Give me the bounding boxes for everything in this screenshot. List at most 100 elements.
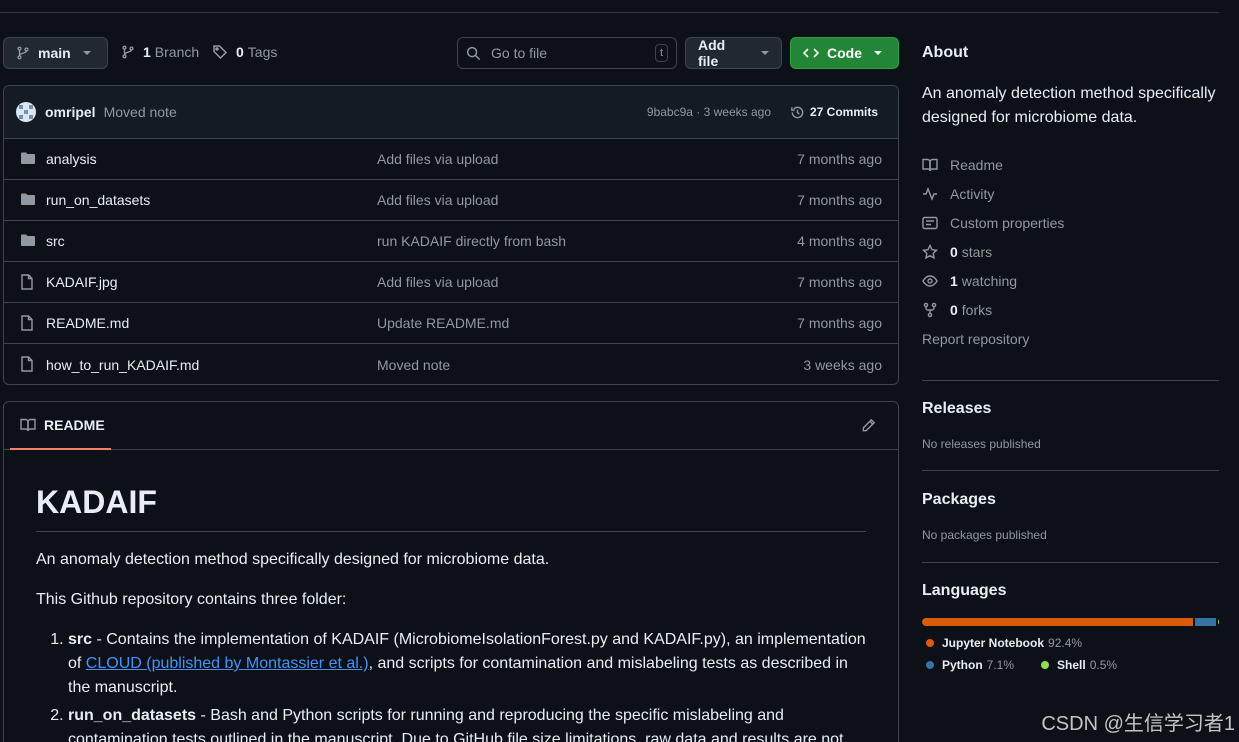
commits-count: 27 Commits	[809, 105, 878, 119]
readme-header: README	[4, 402, 898, 450]
folder-icon	[20, 233, 36, 250]
file-row[interactable]: KADAIF.jpg Add files via upload 7 months…	[4, 262, 898, 303]
file-name[interactable]: README.md	[46, 315, 129, 331]
file-name[interactable]: KADAIF.jpg	[46, 274, 118, 290]
folder-icon	[20, 151, 36, 168]
search-icon	[466, 46, 481, 61]
file-row[interactable]: README.md Update README.md 7 months ago	[4, 303, 898, 344]
forks-label: forks	[961, 301, 993, 318]
tags-link[interactable]: 0 Tags	[212, 44, 277, 60]
file-row[interactable]: src run KADAIF directly from bash 4 mont…	[4, 221, 898, 262]
branch-selector-button[interactable]: main	[3, 37, 108, 69]
git-branch-icon	[16, 46, 30, 60]
report-repository-link[interactable]: Report repository	[922, 324, 1219, 353]
pencil-icon[interactable]	[861, 418, 876, 433]
language-bar-segment	[922, 618, 1193, 626]
file-name[interactable]: src	[46, 233, 65, 249]
file-icon	[20, 315, 34, 334]
pulse-icon	[922, 186, 938, 201]
file-name[interactable]: run_on_datasets	[46, 192, 150, 208]
readme-title: KADAIF	[36, 484, 866, 532]
sidebar-item-watching[interactable]: 1 watching	[922, 266, 1219, 295]
readme-intro: An anomaly detection method specifically…	[36, 551, 550, 568]
file-name[interactable]: how_to_run_KADAIF.md	[46, 357, 199, 373]
language-name: Jupyter Notebook	[942, 636, 1045, 650]
file-commit-message[interactable]: Add files via upload	[377, 192, 498, 208]
shortcut-key: t	[654, 44, 668, 62]
list-item: run_on_datasets - Bash and Python script…	[68, 704, 866, 742]
header-divider	[0, 12, 1219, 13]
branches-count: 1	[143, 44, 151, 60]
sidebar-divider	[922, 470, 1219, 471]
language-bar-segment	[1217, 618, 1219, 626]
readme-panel: README KADAIF An anomaly detection metho…	[3, 401, 899, 742]
folder-name-run-on-datasets: run_on_datasets	[68, 707, 197, 724]
sidebar-item-custom-properties[interactable]: Custom properties	[922, 208, 1219, 237]
go-to-file-input[interactable]: Go to file t	[457, 37, 677, 69]
file-commit-message[interactable]: Add files via upload	[377, 151, 498, 167]
folder-icon	[20, 192, 36, 209]
chevron-down-icon	[761, 51, 769, 55]
file-icon	[20, 356, 34, 375]
language-item-python[interactable]: Python 7.1%	[926, 658, 1041, 672]
commits-link[interactable]: 27 Commits	[790, 105, 878, 120]
file-age: 7 months ago	[797, 274, 882, 290]
file-commit-message[interactable]: Add files via upload	[377, 274, 498, 290]
language-name: Python	[942, 658, 983, 672]
go-to-file-placeholder: Go to file	[491, 45, 548, 61]
language-item-jupyter[interactable]: Jupyter Notebook 92.4%	[926, 636, 1219, 650]
readme-tab-label: README	[44, 417, 105, 433]
code-icon	[803, 46, 819, 60]
eye-icon	[922, 274, 938, 288]
language-item-shell[interactable]: Shell 0.5%	[1041, 658, 1117, 672]
readme-folders-intro: This Github repository contains three fo…	[36, 591, 347, 608]
file-commit-message[interactable]: Update README.md	[377, 315, 509, 331]
code-label: Code	[827, 45, 862, 61]
file-row[interactable]: analysis Add files via upload 7 months a…	[4, 139, 898, 180]
branches-label: Branch	[154, 44, 200, 60]
packages-section: Packages No packages published	[922, 491, 1219, 542]
language-percent: 92.4%	[1048, 636, 1083, 650]
git-branch-icon	[121, 44, 135, 60]
sidebar-item-forks[interactable]: 0 forks	[922, 295, 1219, 324]
folder-name-src: src	[68, 631, 93, 648]
sidebar-divider	[922, 562, 1219, 563]
file-commit-message[interactable]: Moved note	[377, 357, 450, 373]
latest-commit-bar: omripel Moved note 9babc9a · 3 weeks ago…	[4, 86, 898, 139]
file-age: 4 months ago	[797, 233, 882, 249]
packages-title[interactable]: Packages	[922, 491, 1219, 509]
languages-title: Languages	[922, 582, 1007, 599]
file-row[interactable]: run_on_datasets Add files via upload 7 m…	[4, 180, 898, 221]
language-name: Shell	[1057, 658, 1086, 672]
readme-content: KADAIF An anomaly detection method speci…	[4, 484, 898, 742]
commit-author[interactable]: omripel	[45, 104, 96, 120]
sidebar-item-readme[interactable]: Readme	[922, 150, 1219, 179]
watching-label: watching	[961, 272, 1018, 289]
sidebar-item-stars[interactable]: 0 stars	[922, 237, 1219, 266]
file-row[interactable]: how_to_run_KADAIF.md Moved note 3 weeks …	[4, 344, 898, 384]
releases-title[interactable]: Releases	[922, 400, 1219, 418]
sidebar-item-label: Readme	[950, 156, 1003, 173]
cloud-link[interactable]: CLOUD (published by Montassier et al.)	[86, 655, 369, 672]
add-file-button[interactable]: Add file	[685, 37, 782, 69]
file-name[interactable]: analysis	[46, 151, 97, 167]
file-commit-message[interactable]: run KADAIF directly from bash	[377, 233, 566, 249]
branches-link[interactable]: 1 Branch	[121, 44, 199, 60]
code-button[interactable]: Code	[790, 37, 899, 69]
file-age: 7 months ago	[797, 192, 882, 208]
tab-readme[interactable]: README	[10, 402, 111, 450]
language-color-dot	[926, 661, 934, 669]
sidebar-item-activity[interactable]: Activity	[922, 179, 1219, 208]
watermark: CSDN @生信学习者1	[1041, 713, 1235, 735]
avatar[interactable]	[16, 102, 36, 122]
commit-message[interactable]: Moved note	[104, 104, 177, 120]
commit-hash-age[interactable]: 9babc9a · 3 weeks ago	[647, 105, 771, 119]
stars-count: 0	[950, 243, 958, 260]
file-icon	[20, 274, 34, 293]
book-icon	[20, 418, 36, 432]
language-color-dot	[1041, 661, 1049, 669]
languages-section: Languages Jupyter Notebook 92.4% Python …	[922, 582, 1219, 672]
about-title: About	[922, 44, 969, 61]
stars-label: stars	[961, 243, 993, 260]
about-description: An anomaly detection method specifically…	[922, 85, 1216, 126]
